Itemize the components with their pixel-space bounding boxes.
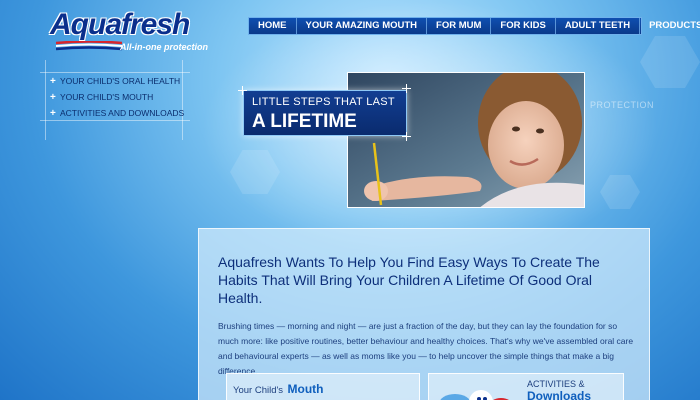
hero-banner: LITTLE STEPS THAT LAST A LIFETIME [243,90,407,136]
panel-heading: Aquafresh Wants To Help You Find Easy Wa… [218,254,600,306]
nav-home[interactable]: HOME [249,18,297,34]
nav-for-mum[interactable]: FOR MUM [427,18,492,34]
card-title: Mouth [287,382,324,396]
toothbrush-characters-icon [440,390,509,400]
side-decoration-text: PROTECTION [590,100,655,110]
nav-adult-teeth[interactable]: ADULT TEETH [556,18,641,34]
crosshair-decoration [402,132,411,141]
logo-tagline: All-in-one protection [120,42,208,52]
nav-your-amazing-mouth[interactable]: YOUR AMAZING MOUTH [297,18,428,34]
card-your-childs-mouth[interactable]: Your Child's Mouth [226,373,420,400]
menu-item-childs-mouth[interactable]: + YOUR CHILD'S MOUTH [50,89,184,105]
guide-line [45,60,46,140]
aquafresh-logo[interactable]: Aquafresh All-in-one protection [50,8,220,54]
hero-title-line1: LITTLE STEPS THAT LAST [252,96,395,108]
logo-stripes-icon [56,41,122,51]
card-title-line: Your Child's Mouth [233,380,323,398]
menu-item-label: YOUR CHILD'S MOUTH [60,92,154,102]
plus-icon: + [50,107,56,119]
plus-icon: + [50,75,56,87]
logo-wordmark: Aquafresh [50,8,190,41]
top-navigation: HOME YOUR AMAZING MOUTH FOR MUM FOR KIDS… [248,17,700,35]
hero-title-line2: A LIFETIME [252,111,357,132]
card-prefix: ACTIVITIES & [527,379,585,389]
card-title: Downloads [527,389,592,400]
nav-products[interactable]: PRODUCTS [640,18,700,34]
content-panel: Aquafresh Wants To Help You Find Easy Wa… [198,228,650,400]
hexagon-decoration [230,150,280,194]
hexagon-decoration [640,36,700,88]
menu-item-activities-downloads[interactable]: + ACTIVITIES AND DOWNLOADS [50,105,184,121]
crosshair-decoration [402,84,411,93]
hexagon-decoration [600,175,640,209]
left-menu: + YOUR CHILD'S ORAL HEALTH + YOUR CHILD'… [50,73,184,121]
menu-item-oral-health[interactable]: + YOUR CHILD'S ORAL HEALTH [50,73,184,89]
menu-item-label: ACTIVITIES AND DOWNLOADS [60,108,185,118]
plus-icon: + [50,91,56,103]
card-activities-downloads[interactable]: ACTIVITIES & Downloads [428,373,624,400]
crosshair-decoration [238,86,247,95]
menu-item-label: YOUR CHILD'S ORAL HEALTH [60,76,181,86]
card-prefix: Your Child's [233,385,284,396]
nav-for-kids[interactable]: FOR KIDS [491,18,556,34]
panel-body-text: Brushing times — morning and night — are… [218,321,634,376]
